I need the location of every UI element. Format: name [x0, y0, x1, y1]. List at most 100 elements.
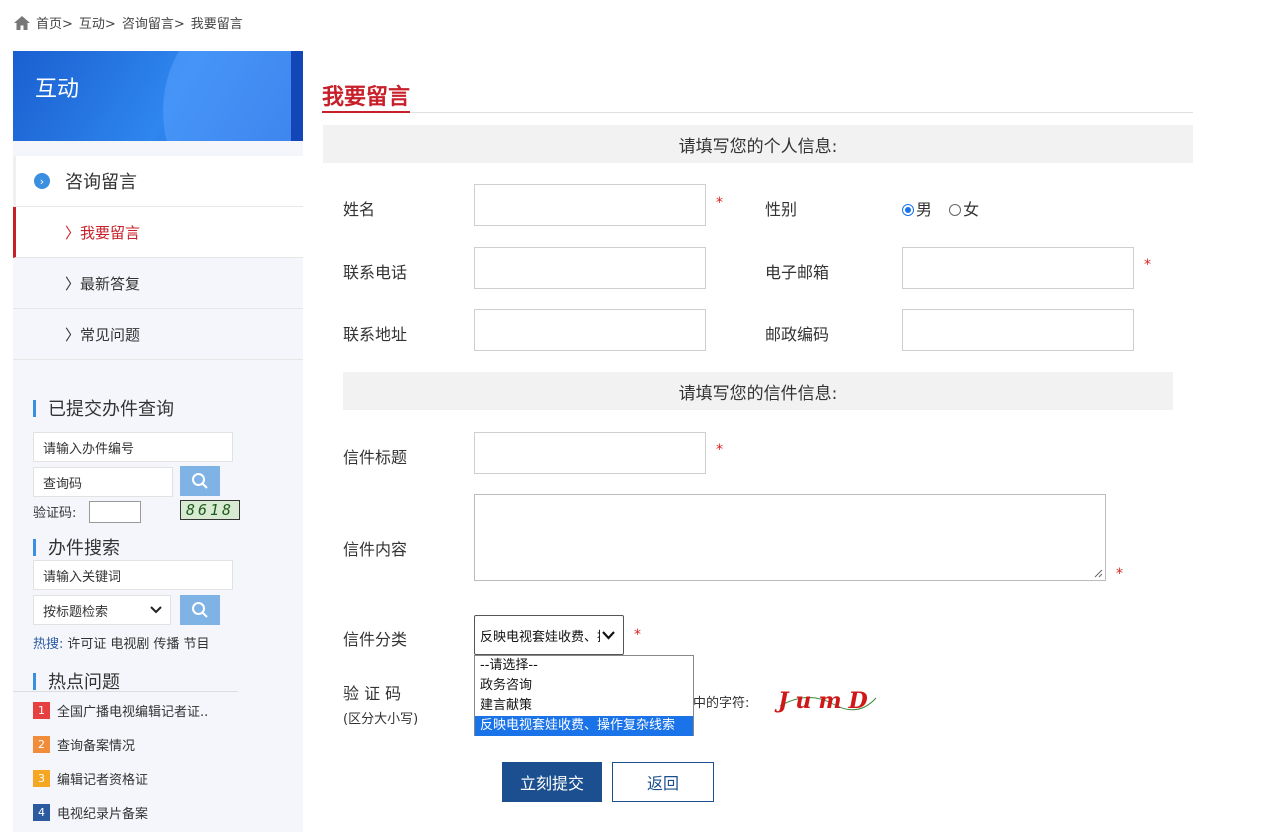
required-mark: * [634, 627, 641, 643]
section-marker [33, 399, 36, 417]
gender-male-option[interactable]: 男 [902, 200, 932, 219]
nav-item-leave-message[interactable]: 〉我要留言 [13, 207, 303, 258]
nav-item-label: 常见问题 [80, 325, 141, 344]
gender-male-label: 男 [916, 200, 933, 219]
resize-handle-icon[interactable] [1093, 568, 1103, 578]
radio-selected-icon [902, 204, 914, 216]
query-title-text: 已提交办件查询 [48, 399, 174, 420]
search-icon [192, 602, 208, 618]
nav-item-label: 最新答复 [80, 274, 141, 293]
captcha-text: JumD [778, 688, 875, 714]
hot-item[interactable]: 4 电视纪录片备案 [33, 803, 148, 822]
chevron-right-icon: 〉 [65, 274, 81, 293]
category-option[interactable]: 政务咨询 [475, 676, 693, 696]
keyword-input[interactable]: 请输入关键词 [33, 560, 233, 590]
captcha-input[interactable] [89, 501, 141, 523]
breadcrumb-home[interactable]: 首页> [36, 13, 73, 32]
search-section-title: 办件搜索 [33, 534, 120, 560]
rank-badge: 4 [33, 804, 50, 821]
home-icon[interactable] [14, 15, 30, 30]
page-title: 我要留言 [322, 85, 411, 110]
hot-search-row: 热搜: 许可证 电视剧 传播 节目 [33, 633, 209, 652]
chevron-down-icon [150, 606, 162, 614]
captcha-label: 验 证 码 [343, 684, 402, 703]
back-button[interactable]: 返回 [612, 762, 714, 802]
title-divider [322, 112, 1193, 113]
chevron-right-circle-icon: › [34, 173, 50, 189]
category-select[interactable]: 反映电视套娃收费、操作复杂线索 [474, 615, 624, 655]
captcha-label: 验证码: [33, 506, 77, 521]
submit-button[interactable]: 立刻提交 [502, 762, 602, 802]
email-label: 电子邮箱 [765, 263, 830, 282]
hot-search-label: 热搜: [33, 637, 64, 652]
name-input[interactable] [474, 184, 706, 226]
hot-search-word[interactable]: 传播 [153, 633, 179, 652]
required-mark: * [1144, 257, 1151, 273]
hot-item[interactable]: 1 全国广播电视编辑记者证.. [33, 701, 208, 720]
chevron-right-icon: 〉 [65, 223, 81, 242]
keyword-search-button[interactable] [180, 595, 220, 625]
radio-icon [949, 204, 962, 216]
case-number-input[interactable]: 请输入办件编号 [33, 432, 233, 462]
hot-search-word[interactable]: 许可证 [67, 633, 106, 652]
hot-search-word[interactable]: 节目 [183, 633, 209, 652]
required-mark: * [1116, 566, 1123, 582]
subject-label: 信件标题 [343, 448, 408, 467]
category-label: 信件分类 [343, 630, 408, 649]
banner-stripe [291, 51, 303, 141]
content-textarea[interactable] [474, 494, 1106, 581]
search-title-text: 办件搜索 [48, 538, 120, 559]
title-underline [322, 111, 410, 113]
nav-header[interactable]: › 咨询留言 [13, 156, 303, 207]
hot-search-word[interactable]: 电视剧 [110, 633, 149, 652]
phone-input[interactable] [474, 247, 706, 289]
name-label: 姓名 [343, 200, 376, 219]
personal-info-section: 请填写您的个人信息: [323, 125, 1193, 163]
divider [13, 691, 238, 692]
query-search-button[interactable] [180, 466, 220, 496]
postcode-input[interactable] [902, 309, 1134, 351]
search-icon [192, 473, 208, 489]
email-input[interactable] [902, 247, 1134, 289]
nav-item-latest-replies[interactable]: 〉最新答复 [13, 258, 303, 309]
hot-item-text: 编辑记者资格证 [57, 773, 149, 788]
address-input[interactable] [474, 309, 706, 351]
rank-badge: 2 [33, 736, 50, 753]
nav-item-label: 我要留言 [80, 223, 141, 242]
category-select-value: 反映电视套娃收费、操作复杂线索 [480, 629, 600, 645]
nav-item-faq[interactable]: 〉常见问题 [13, 309, 303, 360]
breadcrumb-consult[interactable]: 咨询留言> [122, 13, 185, 32]
subject-input[interactable] [474, 432, 706, 474]
breadcrumb-current: 我要留言 [190, 17, 243, 32]
required-mark: * [716, 195, 723, 211]
hot-item[interactable]: 2 查询备案情况 [33, 735, 135, 754]
category-option[interactable]: 建言献策 [475, 696, 693, 716]
phone-label: 联系电话 [343, 263, 408, 282]
hot-item-text: 全国广播电视编辑记者证.. [57, 705, 209, 720]
hot-item-text: 查询备案情况 [57, 739, 136, 754]
captcha-image[interactable]: 8618 [180, 500, 240, 520]
captcha-image[interactable]: JumD [778, 684, 878, 718]
required-mark: * [716, 442, 723, 458]
chevron-right-icon: 〉 [65, 325, 81, 344]
category-option[interactable]: --请选择-- [475, 656, 693, 676]
content-label: 信件内容 [343, 540, 408, 559]
nav-header-label: 咨询留言 [65, 172, 137, 193]
postcode-label: 邮政编码 [765, 325, 830, 344]
query-code-input[interactable]: 查询码 [33, 467, 173, 497]
letter-info-section: 请填写您的信件信息: [343, 372, 1173, 410]
category-option-selected[interactable]: 反映电视套娃收费、操作复杂线索 [475, 716, 693, 736]
gender-radio-group: 男 女 [902, 196, 979, 220]
captcha-case-note: (区分大小写) [343, 712, 419, 727]
gender-label: 性别 [765, 200, 798, 219]
category-dropdown-list[interactable]: --请选择-- 政务咨询 建言献策 反映电视套娃收费、操作复杂线索 [474, 655, 694, 736]
breadcrumb-interact[interactable]: 互动> [79, 13, 116, 32]
section-marker [33, 672, 36, 690]
hot-item[interactable]: 3 编辑记者资格证 [33, 769, 148, 788]
rank-badge: 1 [33, 702, 50, 719]
gender-female-label: 女 [963, 200, 980, 219]
rank-badge: 3 [33, 770, 50, 787]
search-mode-select[interactable]: 按标题检索 [33, 595, 171, 625]
gender-female-option[interactable]: 女 [949, 200, 979, 219]
hot-item-text: 电视纪录片备案 [57, 807, 149, 822]
